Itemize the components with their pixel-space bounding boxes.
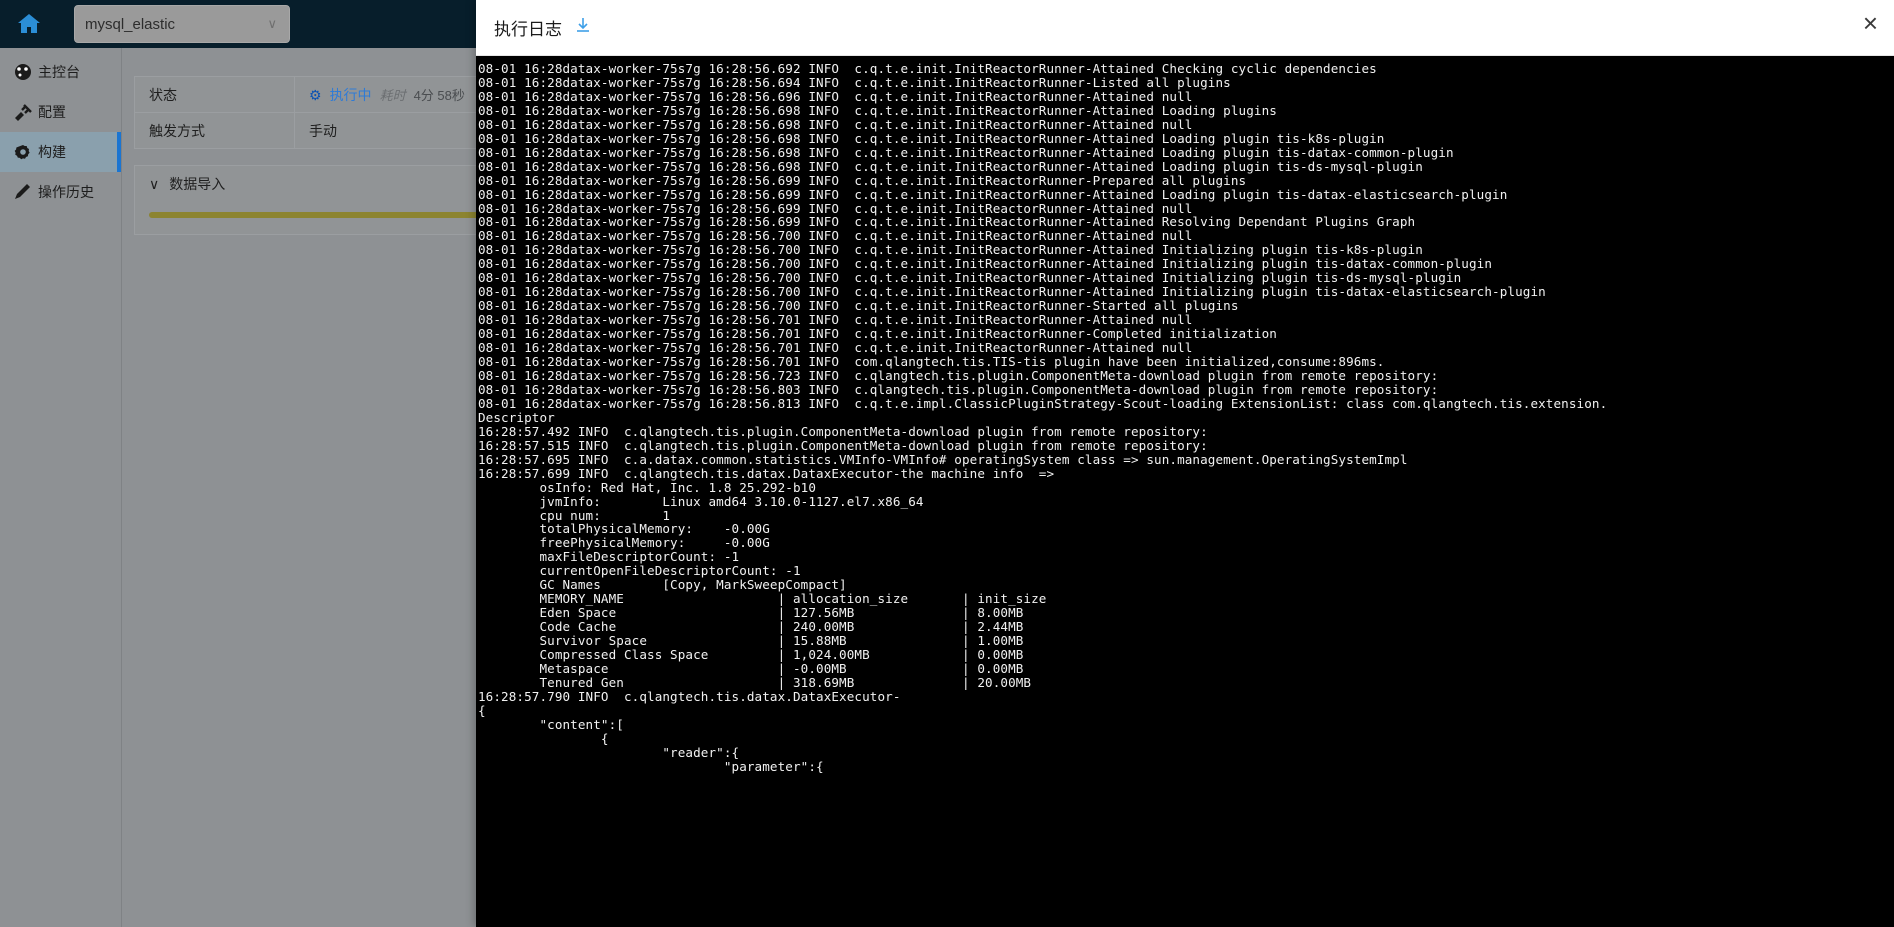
log-line: 08-01 16:28datax-worker-75s7g 16:28:56.6… — [478, 88, 1193, 104]
log-line: 08-01 16:28datax-worker-75s7g 16:28:56.7… — [478, 270, 1462, 286]
log-line: maxFileDescriptorCount: -1 — [478, 549, 740, 565]
log-line: 08-01 16:28datax-worker-75s7g 16:28:56.6… — [478, 144, 1454, 160]
log-line: Metaspace | -0.00MB | 0.00MB — [478, 660, 1024, 676]
sidebar-item-label: 构建 — [38, 144, 66, 160]
log-line: 08-01 16:28datax-worker-75s7g 16:28:56.6… — [478, 186, 1508, 202]
elapsed-label: 耗时 — [379, 88, 406, 103]
log-line: 08-01 16:28datax-worker-75s7g 16:28:56.8… — [478, 381, 1439, 397]
dashboard-icon — [15, 64, 31, 80]
log-line: 08-01 16:28datax-worker-75s7g 16:28:56.8… — [478, 395, 1608, 411]
gear-icon — [14, 145, 30, 160]
log-line: 08-01 16:28datax-worker-75s7g 16:28:56.6… — [478, 200, 1193, 216]
log-line: currentOpenFileDescriptorCount: -1 — [478, 563, 801, 579]
log-line: GC Names [Copy, MarkSweepCompact] — [478, 577, 847, 593]
log-line: "reader":{ — [478, 744, 740, 760]
log-line: "parameter":{ — [478, 758, 824, 774]
log-line: cpu num: 1 — [478, 507, 671, 523]
sidebar: 主控台 配置 构建 操作历史 — [0, 48, 122, 927]
page-title: 执行日志 — [494, 20, 562, 39]
log-line: 08-01 16:28datax-worker-75s7g 16:28:56.7… — [478, 242, 1423, 258]
log-line: 08-01 16:28datax-worker-75s7g 16:28:56.6… — [478, 158, 1423, 174]
sidebar-item-dashboard[interactable]: 主控台 — [0, 52, 121, 92]
log-line: 08-01 16:28datax-worker-75s7g 16:28:56.7… — [478, 326, 1277, 342]
status-badge: 执行中 — [329, 86, 372, 103]
log-line: Tenured Gen | 318.69MB | 20.00MB — [478, 674, 1032, 690]
log-line: 16:28:57.492 INFO c.qlangtech.tis.plugin… — [478, 423, 1208, 439]
sidebar-item-label: 主控台 — [38, 64, 80, 80]
panel-title: 数据导入 — [169, 176, 226, 192]
log-line: 08-01 16:28datax-worker-75s7g 16:28:56.6… — [478, 116, 1193, 132]
plug-icon — [15, 104, 32, 121]
chevron-down-icon: ∨ — [149, 175, 160, 192]
execution-log-modal: 执行日志 × 08-01 16:28datax-worker-75s7g 16:… — [476, 0, 1894, 927]
log-line: osInfo: Red Hat, Inc. 1.8 25.292-b10 — [478, 479, 817, 495]
log-line: 08-01 16:28datax-worker-75s7g 16:28:56.7… — [478, 284, 1546, 300]
log-line: 08-01 16:28datax-worker-75s7g 16:28:56.7… — [478, 312, 1193, 328]
home-button[interactable] — [0, 0, 58, 48]
sidebar-item-label: 配置 — [38, 104, 66, 120]
sidebar-item-config[interactable]: 配置 — [0, 92, 121, 132]
log-line: 08-01 16:28datax-worker-75s7g 16:28:56.7… — [478, 298, 1239, 314]
chevron-down-icon: ∨ — [267, 16, 277, 31]
log-line: 16:28:57.699 INFO c.qlangtech.tis.datax.… — [478, 465, 1055, 481]
log-line: Code Cache | 240.00MB | 2.44MB — [478, 619, 1024, 635]
project-select-value: mysql_elastic — [85, 15, 176, 33]
close-icon[interactable]: × — [1863, 10, 1878, 36]
log-line: "content":[ — [478, 716, 624, 732]
log-line: 08-01 16:28datax-worker-75s7g 16:28:56.7… — [478, 228, 1193, 244]
log-line: { — [478, 730, 609, 746]
log-line: Compressed Class Space | 1,024.00MB | 0.… — [478, 647, 1024, 663]
log-line: MEMORY_NAME | allocation_size | init_siz… — [478, 591, 1047, 607]
sidebar-item-label: 操作历史 — [38, 184, 94, 200]
pencil-icon — [15, 184, 30, 199]
log-line: totalPhysicalMemory: -0.00G — [478, 521, 770, 537]
download-icon[interactable] — [574, 16, 592, 39]
trigger-label: 触发方式 — [134, 112, 295, 149]
log-line: Survivor Space | 15.88MB | 1.00MB — [478, 633, 1024, 649]
log-line: freePhysicalMemory: -0.00G — [478, 535, 770, 551]
log-line: 08-01 16:28datax-worker-75s7g 16:28:56.7… — [478, 340, 1193, 356]
log-line: 16:28:57.790 INFO c.qlangtech.tis.datax.… — [478, 688, 901, 704]
log-line: jvmInfo: Linux amd64 3.10.0-1127.el7.x86… — [478, 493, 924, 509]
log-line: 08-01 16:28datax-worker-75s7g 16:28:56.6… — [478, 102, 1277, 118]
home-icon — [18, 14, 40, 33]
log-line: 16:28:57.695 INFO c.a.datax.common.stati… — [478, 451, 1408, 467]
log-line: 16:28:57.515 INFO c.qlangtech.tis.plugin… — [478, 437, 1208, 453]
log-line: 08-01 16:28datax-worker-75s7g 16:28:56.7… — [478, 367, 1439, 383]
sidebar-item-history[interactable]: 操作历史 — [0, 172, 121, 212]
log-line: 08-01 16:28datax-worker-75s7g 16:28:56.6… — [478, 61, 1377, 76]
app-root: mysql_elastic ∨ 主控台 配置 构建 操作历史 状态 ⚙ 执行中 … — [0, 0, 1894, 927]
sidebar-item-build[interactable]: 构建 — [0, 132, 121, 172]
gear-icon: ⚙ — [309, 86, 322, 103]
log-line: 08-01 16:28datax-worker-75s7g 16:28:56.6… — [478, 74, 1231, 90]
log-line: 08-01 16:28datax-worker-75s7g 16:28:56.7… — [478, 256, 1493, 272]
log-line: 08-01 16:28datax-worker-75s7g 16:28:56.7… — [478, 354, 1385, 370]
log-line: 08-01 16:28datax-worker-75s7g 16:28:56.6… — [478, 130, 1385, 146]
log-line: Descriptor — [478, 409, 555, 425]
log-line: Eden Space | 127.56MB | 8.00MB — [478, 605, 1024, 621]
log-output[interactable]: 08-01 16:28datax-worker-75s7g 16:28:56.6… — [476, 56, 1894, 927]
elapsed-value: 4分 58秒 — [413, 88, 465, 103]
log-line: 08-01 16:28datax-worker-75s7g 16:28:56.6… — [478, 172, 1247, 188]
log-line: 08-01 16:28datax-worker-75s7g 16:28:56.6… — [478, 214, 1416, 230]
project-select[interactable]: mysql_elastic ∨ — [74, 5, 290, 43]
execution-log-header: 执行日志 × — [476, 0, 1894, 56]
status-label: 状态 — [134, 76, 295, 113]
log-line: { — [478, 702, 486, 718]
